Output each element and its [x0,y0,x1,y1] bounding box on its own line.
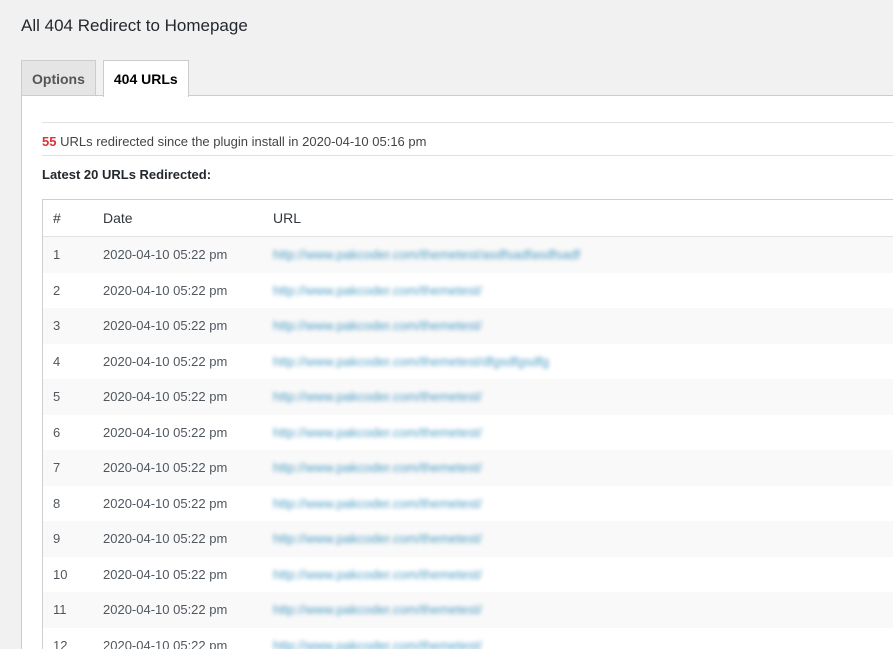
table-row: 12 2020-04-10 05:22 pm http://www.pakcoder… [43,627,893,649]
header-date: Date [103,210,133,226]
row-url-link[interactable]: http://www.pakcoder.com/themetest/dfgsdf… [273,354,549,369]
row-url-link[interactable]: http://www.pakcoder.com/themetest/ [273,531,482,546]
table-row: 2 2020-04-10 05:22 pm http://www.pakcoder.… [43,272,893,308]
page-title: All 404 Redirect to Homepage [21,16,248,35]
row-url-link[interactable]: http://www.pakcoder.com/themetest/asdfsa… [273,247,580,262]
row-date: 2020-04-10 05:22 pm [103,282,228,298]
row-number: 1 [53,247,61,263]
row-number: 7 [53,460,61,476]
row-date: 2020-04-10 05:22 pm [103,318,228,334]
tab-bar: Options 404 URLs [21,60,196,97]
row-date: 2020-04-10 05:22 pm [103,247,228,263]
table-row: 4 2020-04-10 05:22 pm http://www.pakcoder.… [43,343,893,379]
row-url-link[interactable]: http://www.pakcoder.com/themetest/ [273,496,482,511]
table-row: 9 2020-04-10 05:22 pm http://www.pakcoder.… [43,521,893,557]
row-url-cell: http://www.pakcoder.com/themetest/ [273,496,893,511]
row-url-cell: http://www.pakcoder.com/themetest/ [273,531,893,546]
row-url-link[interactable]: http://www.pakcoder.com/themetest/ [273,460,482,475]
row-number: 9 [53,531,61,547]
latest-urls-heading: Latest 20 URLs Redirected: [42,167,212,182]
row-url-cell: http://www.pakcoder.com/themetest/ [273,389,893,404]
row-number: 12 [53,637,68,649]
row-url-cell: http://www.pakcoder.com/themetest/ [273,602,893,617]
table-row: 1 2020-04-10 05:22 pm http://www.pakcoder.… [43,237,893,273]
row-number: 8 [53,495,61,511]
admin-page: All 404 Redirect to Homepage Options 404… [0,0,893,649]
row-url-link[interactable]: http://www.pakcoder.com/themetest/ [273,283,482,298]
row-number: 11 [53,602,67,618]
row-number: 5 [53,389,61,405]
row-date: 2020-04-10 05:22 pm [103,389,228,405]
row-url-cell: http://www.pakcoder.com/themetest/ [273,283,893,298]
row-date: 2020-04-10 05:22 pm [103,353,228,369]
row-date: 2020-04-10 05:22 pm [103,424,228,440]
row-date: 2020-04-10 05:22 pm [103,495,228,511]
row-date: 2020-04-10 05:22 pm [103,566,228,582]
header-url: URL [273,210,302,226]
header-num: # [53,210,61,226]
row-date: 2020-04-10 05:22 pm [103,460,228,476]
table-row: 7 2020-04-10 05:22 pm http://www.pakcoder.… [43,450,893,486]
divider-top [42,122,893,123]
row-url-link[interactable]: http://www.pakcoder.com/themetest/ [273,567,482,582]
table-row: 8 2020-04-10 05:22 pm http://www.pakcoder.… [43,485,893,521]
table-row: 6 2020-04-10 05:22 pm http://www.pakcoder.… [43,414,893,450]
row-date: 2020-04-10 05:22 pm [103,531,228,547]
row-url-link[interactable]: http://www.pakcoder.com/themetest/ [273,602,482,617]
row-url-link[interactable]: http://www.pakcoder.com/themetest/ [273,318,482,333]
redirect-summary: 55 URLs redirected since the plugin inst… [42,133,426,151]
divider-bottom [42,155,893,156]
table-row: 3 2020-04-10 05:22 pm http://www.pakcoder.… [43,308,893,344]
table-body: 1 2020-04-10 05:22 pm http://www.pakcoder.… [43,237,893,649]
row-url-cell: http://www.pakcoder.com/themetest/dfgsdf… [273,354,893,369]
row-url-link[interactable]: http://www.pakcoder.com/themetest/ [273,389,482,404]
tab-panel: 55 URLs redirected since the plugin inst… [21,95,893,649]
row-url-cell: http://www.pakcoder.com/themetest/ [273,460,893,475]
table-row: 10 2020-04-10 05:22 pm http://www.pakcoder… [43,556,893,592]
tab-404-urls[interactable]: 404 URLs [102,60,189,97]
row-number: 6 [53,424,61,440]
row-number: 3 [53,318,61,334]
redirect-summary-text: URLs redirected since the plugin install… [56,134,427,149]
row-number: 4 [53,353,61,369]
row-date: 2020-04-10 05:22 pm [103,602,228,618]
table-row: 11 2020-04-10 05:22 pm http://www.pakcoder… [43,592,893,628]
table-header: # Date URL [43,200,893,237]
row-url-cell: http://www.pakcoder.com/themetest/ [273,318,893,333]
row-number: 10 [53,566,68,582]
row-url-cell: http://www.pakcoder.com/themetest/ [273,425,893,440]
row-url-link[interactable]: http://www.pakcoder.com/themetest/ [273,638,482,649]
urls-table: # Date URL 1 2020-04-10 05:22 pm http://ww… [42,199,893,649]
redirect-count: 55 [42,134,57,149]
row-url-cell: http://www.pakcoder.com/themetest/ [273,567,893,582]
row-number: 2 [53,282,61,298]
tab-options[interactable]: Options [21,60,96,96]
row-url-cell: http://www.pakcoder.com/themetest/asdfsa… [273,247,893,262]
row-date: 2020-04-10 05:22 pm [103,637,228,649]
table-row: 5 2020-04-10 05:22 pm http://www.pakcoder.… [43,379,893,415]
row-url-cell: http://www.pakcoder.com/themetest/ [273,638,893,649]
row-url-link[interactable]: http://www.pakcoder.com/themetest/ [273,425,482,440]
